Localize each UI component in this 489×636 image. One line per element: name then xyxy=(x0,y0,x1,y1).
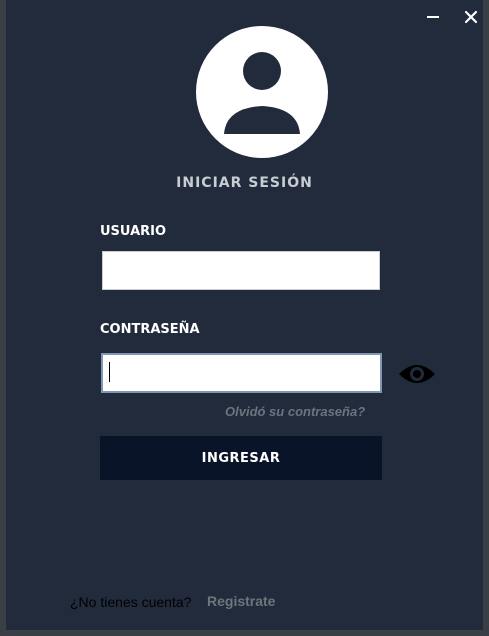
username-input[interactable] xyxy=(102,251,380,290)
login-window: INICIAR SESIÓN USUARIO CONTRASEÑA Olvidó… xyxy=(0,0,489,636)
register-link[interactable]: Registrate xyxy=(207,593,275,609)
page-title: INICIAR SESIÓN xyxy=(176,175,313,191)
close-button[interactable] xyxy=(460,6,482,28)
password-label: CONTRASEÑA xyxy=(100,322,200,337)
minimize-button[interactable] xyxy=(422,6,444,28)
forgot-password-link[interactable]: Olvidó su contraseña? xyxy=(225,404,365,419)
username-label: USUARIO xyxy=(100,224,167,239)
minimize-icon xyxy=(427,16,439,18)
eye-icon xyxy=(399,365,435,383)
text-caret xyxy=(109,362,110,382)
no-account-text: ¿No tienes cuenta? xyxy=(70,594,192,610)
user-avatar xyxy=(196,26,328,158)
login-button[interactable]: INGRESAR xyxy=(100,436,382,480)
close-icon xyxy=(464,10,478,24)
login-panel: INICIAR SESIÓN USUARIO CONTRASEÑA Olvidó… xyxy=(6,0,483,630)
user-avatar-icon xyxy=(196,26,328,158)
password-input[interactable] xyxy=(101,353,382,393)
show-password-toggle[interactable] xyxy=(398,362,436,386)
